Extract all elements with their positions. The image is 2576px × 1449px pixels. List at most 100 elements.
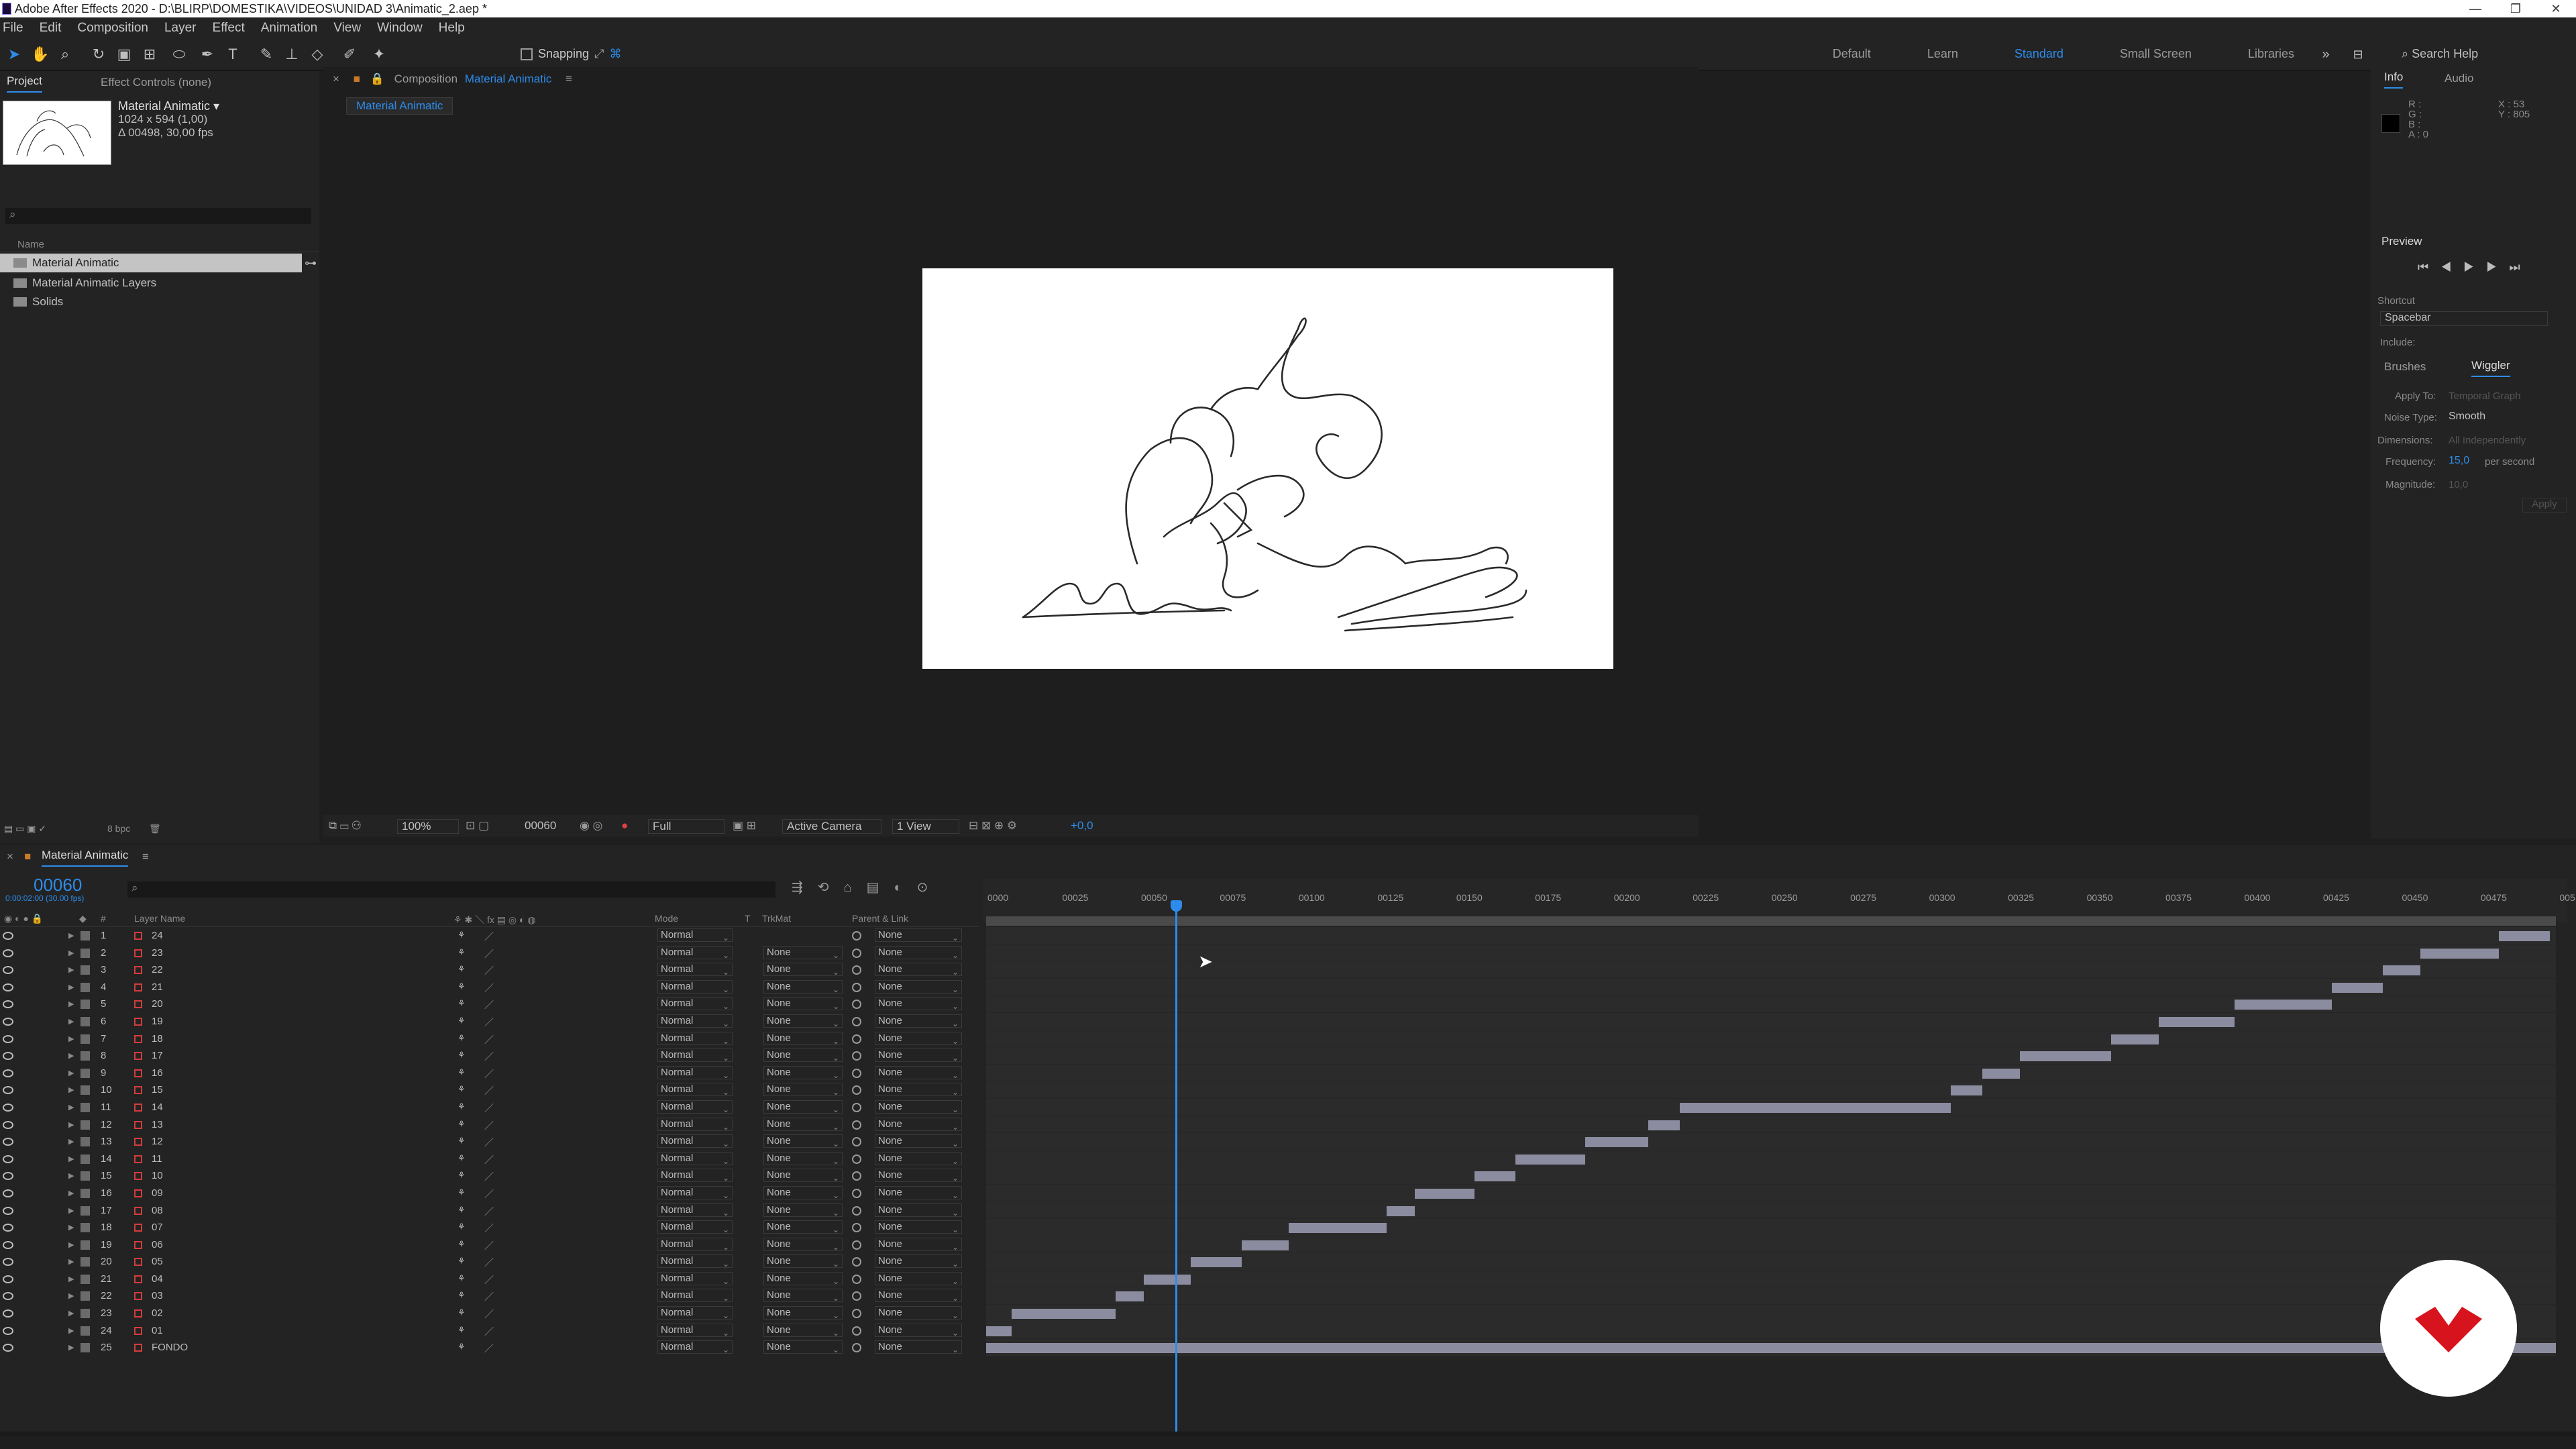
pick-whip-icon[interactable] — [852, 965, 861, 975]
tab-effect-controls[interactable]: Effect Controls (none) — [101, 71, 211, 94]
restore-button[interactable]: ❐ — [2496, 0, 2536, 17]
layer-row[interactable]: ▶ 11 14 ⚘ ／ Normal ⌄ None ⌄ None ⌄ — [0, 1099, 979, 1116]
current-time-indicator[interactable] — [1175, 903, 1177, 1433]
menu-window[interactable]: Window — [377, 21, 423, 36]
layer-duration-bar[interactable] — [1289, 1223, 1387, 1234]
layer-row[interactable]: ▶ 3 22 ⚘ ／ Normal ⌄ None ⌄ None ⌄ — [0, 961, 979, 979]
blend-mode-dropdown[interactable]: Normal ⌄ — [657, 1031, 733, 1046]
layer-duration-bar[interactable] — [1950, 1085, 1982, 1096]
layer-name[interactable]: 19 — [152, 1016, 163, 1027]
blend-mode-dropdown[interactable]: Normal ⌄ — [657, 1065, 733, 1080]
label-column-icon[interactable]: ◆ — [79, 913, 87, 924]
quality-switch-icon[interactable]: ／ — [484, 1102, 494, 1115]
track-matte-dropdown[interactable]: None ⌄ — [763, 1271, 843, 1286]
track-matte-dropdown[interactable]: None ⌄ — [763, 979, 843, 994]
blend-mode-dropdown[interactable]: Normal ⌄ — [657, 1099, 733, 1114]
layer-row[interactable]: ▶ 7 18 ⚘ ／ Normal ⌄ None ⌄ None ⌄ — [0, 1030, 979, 1048]
quality-switch-icon[interactable]: ／ — [484, 1136, 494, 1149]
timeline-switch-icons[interactable]: ⇶⟲⌂▤◐⊙ — [792, 879, 943, 896]
tab-info[interactable]: Info — [2384, 67, 2404, 89]
layer-row[interactable]: ▶ 16 09 ⚘ ／ Normal ⌄ None ⌄ None ⌄ — [0, 1185, 979, 1202]
layer-row[interactable]: ▶ 24 01 ⚘ ／ Normal ⌄ None ⌄ None ⌄ — [0, 1322, 979, 1340]
quality-switch-icon[interactable]: ／ — [484, 1222, 494, 1235]
rotate-tool-icon[interactable]: ↻ — [90, 46, 107, 63]
shy-switch-icon[interactable]: ⚘ — [458, 1153, 466, 1164]
blend-mode-dropdown[interactable]: Normal ⌄ — [657, 1049, 733, 1063]
track-matte-dropdown[interactable]: None ⌄ — [763, 945, 843, 960]
parent-dropdown[interactable]: None ⌄ — [875, 1134, 962, 1148]
shy-switch-icon[interactable]: ⚘ — [458, 1307, 466, 1318]
label-color-swatch[interactable] — [80, 1016, 90, 1026]
quality-switch-icon[interactable]: ／ — [484, 981, 494, 995]
blend-mode-dropdown[interactable]: Normal ⌄ — [657, 997, 733, 1011]
shy-switch-icon[interactable]: ⚘ — [458, 1222, 466, 1232]
track-matte-dropdown[interactable]: None ⌄ — [763, 1099, 843, 1114]
blend-mode-dropdown[interactable]: Normal ⌄ — [657, 1134, 733, 1148]
expand-chevron-icon[interactable]: ▶ — [68, 1069, 74, 1077]
expand-chevron-icon[interactable]: ▶ — [68, 1275, 74, 1283]
layer-duration-bar[interactable] — [2499, 931, 2550, 941]
track-matte-dropdown[interactable]: None ⌄ — [763, 1323, 843, 1338]
label-color-swatch[interactable] — [80, 1257, 90, 1267]
snapping-checkbox[interactable] — [521, 48, 533, 60]
close-button[interactable]: ✕ — [2536, 0, 2576, 17]
visibility-eye-icon[interactable] — [3, 1326, 13, 1335]
pick-whip-icon[interactable] — [852, 1309, 861, 1319]
blend-mode-dropdown[interactable]: Normal ⌄ — [657, 1306, 733, 1320]
shy-switch-icon[interactable]: ⚘ — [458, 1187, 466, 1198]
track-matte-dropdown[interactable]: None ⌄ — [763, 1306, 843, 1320]
pick-whip-icon[interactable] — [852, 1274, 861, 1284]
blend-mode-dropdown[interactable]: Normal ⌄ — [657, 1083, 733, 1097]
track-matte-dropdown[interactable]: None ⌄ — [763, 1014, 843, 1028]
track-matte-dropdown[interactable]: None ⌄ — [763, 1117, 843, 1132]
visibility-eye-icon[interactable] — [3, 1155, 13, 1163]
menu-view[interactable]: View — [333, 21, 361, 36]
visibility-eye-icon[interactable] — [3, 1240, 13, 1249]
label-color-swatch[interactable] — [80, 1188, 90, 1198]
pick-whip-icon[interactable] — [852, 1291, 861, 1301]
track-matte-dropdown[interactable]: None ⌄ — [763, 963, 843, 977]
exposure-value[interactable]: +0,0 — [1071, 819, 1093, 833]
parent-dropdown[interactable]: None ⌄ — [875, 1014, 962, 1028]
layer-row[interactable]: ▶ 23 02 ⚘ ／ Normal ⌄ None ⌄ None ⌄ — [0, 1305, 979, 1322]
quality-switch-icon[interactable]: ／ — [484, 1273, 494, 1287]
expand-chevron-icon[interactable]: ▶ — [68, 1309, 74, 1318]
title-safe-icon[interactable]: ⊡ ▢ — [466, 819, 489, 833]
layer-row[interactable]: ▶ 8 17 ⚘ ／ Normal ⌄ None ⌄ None ⌄ — [0, 1047, 979, 1065]
expand-chevron-icon[interactable]: ▶ — [68, 1291, 74, 1300]
close-icon[interactable]: × — [333, 72, 339, 85]
magnification-dropdown[interactable]: 100% — [397, 819, 459, 834]
visibility-eye-icon[interactable] — [3, 1309, 13, 1318]
blend-mode-dropdown[interactable]: Normal ⌄ — [657, 1220, 733, 1234]
quality-switch-icon[interactable]: ／ — [484, 1239, 494, 1252]
pick-whip-icon[interactable] — [852, 1240, 861, 1250]
visibility-eye-icon[interactable] — [3, 1052, 13, 1061]
layer-duration-bar[interactable] — [1585, 1137, 1648, 1148]
label-color-swatch[interactable] — [80, 1309, 90, 1319]
layer-name[interactable]: 22 — [152, 964, 163, 975]
menu-effect[interactable]: Effect — [213, 21, 245, 36]
label-color-swatch[interactable] — [80, 1343, 90, 1353]
layer-row[interactable]: ▶ 1 24 ⚘ ／ Normal ⌄ None ⌄ — [0, 927, 979, 945]
layer-name[interactable]: 06 — [152, 1239, 163, 1250]
layer-duration-bar[interactable] — [1115, 1291, 1144, 1302]
parent-dropdown[interactable]: None ⌄ — [875, 1203, 962, 1218]
blend-mode-dropdown[interactable]: Normal ⌄ — [657, 979, 733, 994]
expand-chevron-icon[interactable]: ▶ — [68, 1103, 74, 1112]
parent-dropdown[interactable]: None ⌄ — [875, 1220, 962, 1234]
visibility-eye-icon[interactable] — [3, 1344, 13, 1352]
project-item-name[interactable]: Material Animatic ▾ — [118, 99, 219, 113]
trash-icon[interactable]: 🗑 — [149, 818, 161, 839]
visibility-eye-icon[interactable] — [3, 1069, 13, 1077]
menu-help[interactable]: Help — [439, 21, 465, 36]
workspace-default[interactable]: Default — [1833, 47, 1871, 61]
pick-whip-icon[interactable] — [852, 1326, 861, 1336]
hand-tool-icon[interactable]: ✋ — [31, 46, 49, 63]
track-matte-dropdown[interactable]: None ⌄ — [763, 1289, 843, 1303]
quality-switch-icon[interactable]: ／ — [484, 964, 494, 977]
blend-mode-dropdown[interactable]: Normal ⌄ — [657, 1237, 733, 1252]
visibility-eye-icon[interactable] — [3, 1292, 13, 1301]
layer-duration-bar[interactable] — [1679, 1102, 1951, 1113]
label-color-swatch[interactable] — [80, 965, 90, 975]
shy-switch-icon[interactable]: ⚘ — [458, 1050, 466, 1061]
